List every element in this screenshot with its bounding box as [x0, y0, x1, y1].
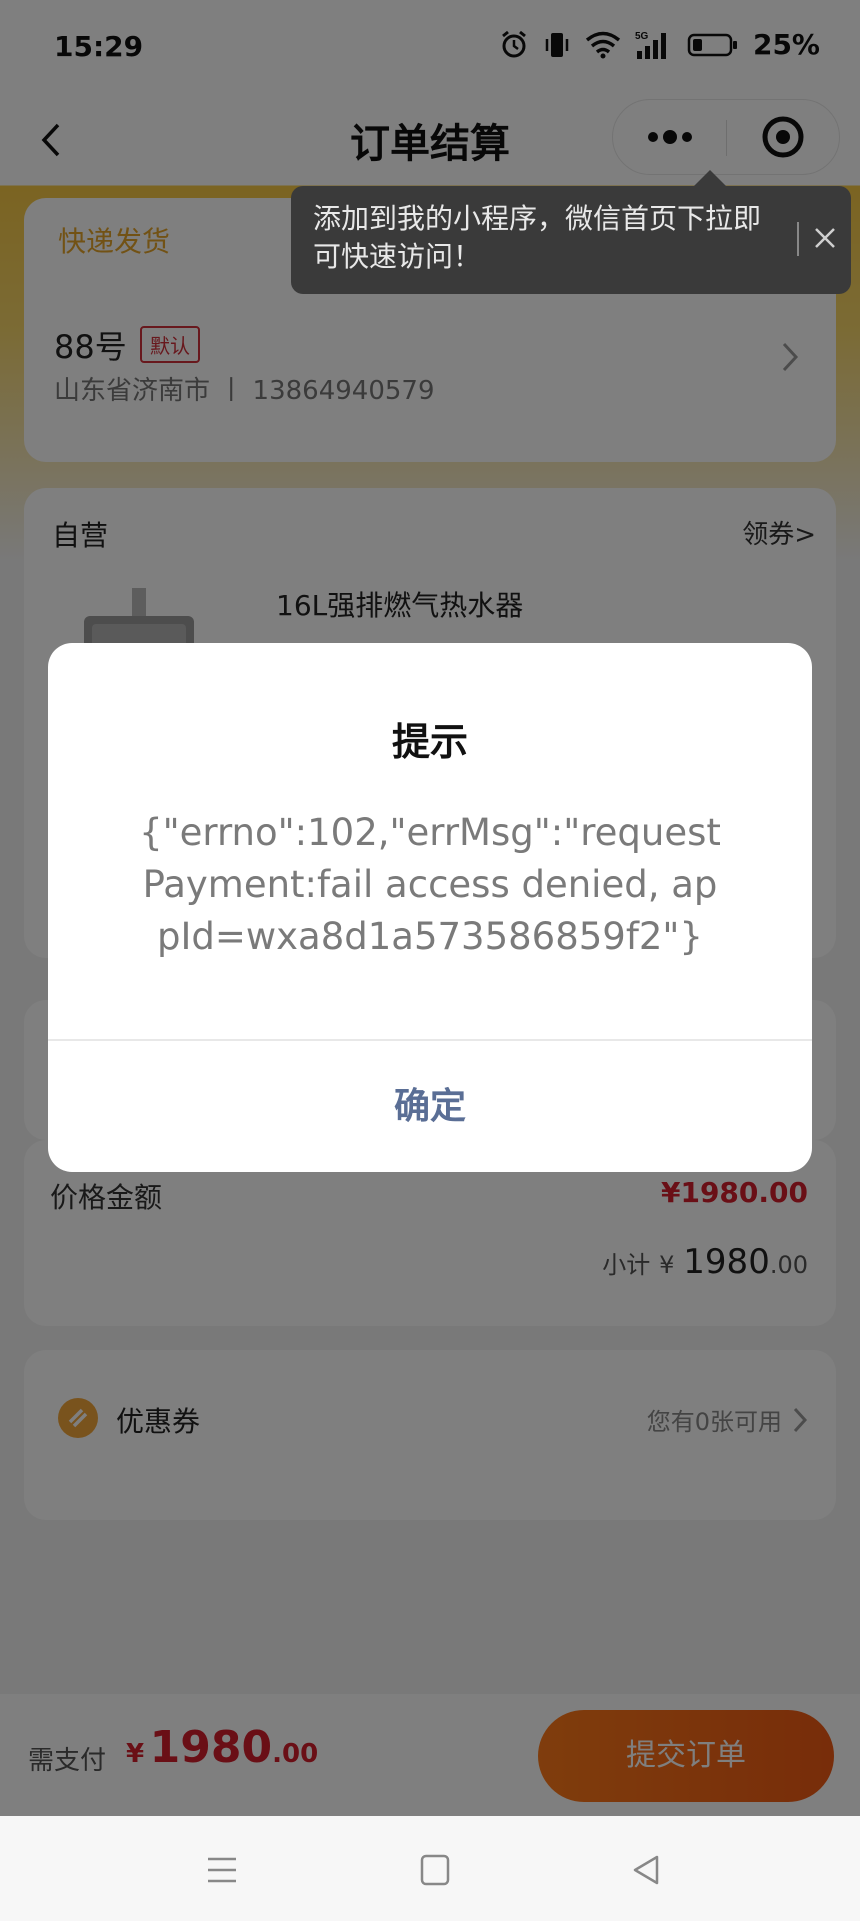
dialog-message: {"errno":102,"errMsg":"requestPayment:fa… — [139, 811, 721, 958]
error-dialog: 提示 {"errno":102,"errMsg":"requestPayment… — [48, 643, 812, 1172]
tooltip-arrow — [694, 170, 726, 186]
close-icon[interactable] — [805, 218, 845, 258]
confirm-button[interactable]: 确定 — [48, 1041, 812, 1172]
system-navigation-bar — [0, 1816, 860, 1921]
home-icon[interactable] — [415, 1852, 455, 1888]
tooltip-text: 添加到我的小程序，微信首页下拉即可快速访问！ — [313, 202, 762, 273]
add-to-miniprogram-tooltip: 添加到我的小程序，微信首页下拉即可快速访问！ — [291, 186, 851, 294]
app-screen: 15:29 5G — [0, 0, 860, 1921]
dialog-title: 提示 — [391, 720, 468, 764]
menu-icon[interactable] — [202, 1852, 242, 1888]
back-triangle-icon[interactable] — [627, 1852, 667, 1888]
tooltip-divider — [797, 222, 799, 256]
